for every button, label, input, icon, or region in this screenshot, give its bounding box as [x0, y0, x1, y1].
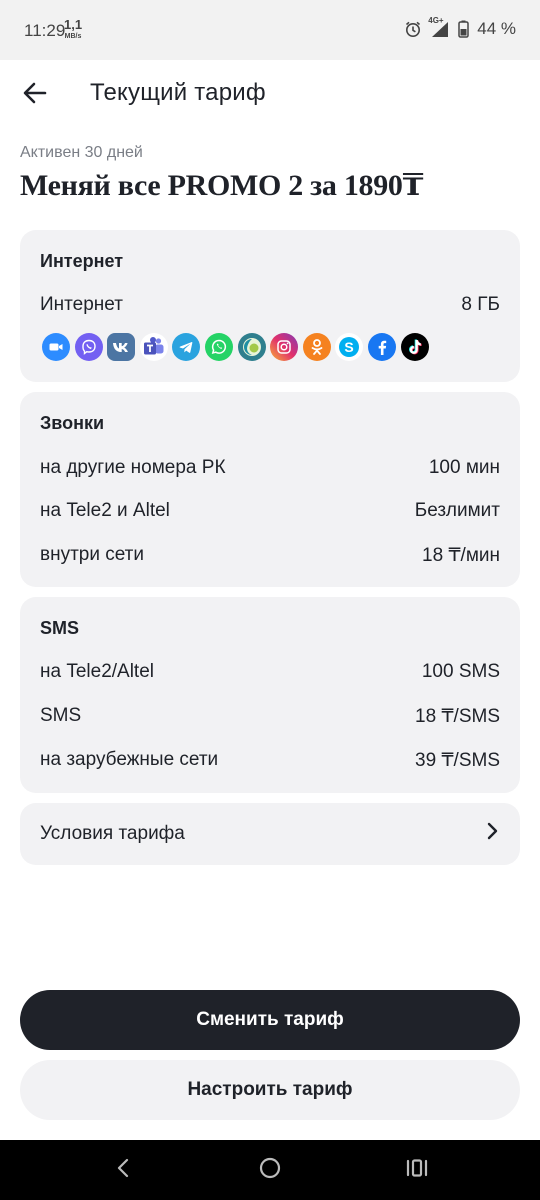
nav-home-icon: [258, 1156, 282, 1185]
page-title: Текущий тариф: [90, 79, 266, 106]
internet-card: Интернет Интернет 8 ГБ S: [20, 230, 520, 382]
calls-row-label: на другие номера РК: [40, 457, 226, 478]
nav-recents-button[interactable]: [387, 1140, 447, 1200]
battery-level: 44 %: [477, 19, 516, 38]
battery-icon: [458, 20, 469, 38]
tiktok-icon: [400, 333, 429, 361]
calls-card: Звонки на другие номера РК 100 мин на Te…: [20, 392, 520, 587]
sms-row-label: SMS: [40, 705, 82, 726]
calls-row: внутри сети 18 ₸/мин: [40, 544, 500, 567]
system-nav-bar: [0, 1140, 540, 1200]
chevron-right-icon: [484, 821, 500, 847]
facebook-icon: [367, 333, 396, 361]
network-type: 4G+: [428, 16, 444, 25]
calls-row-label: на Tele2 и Altel: [40, 500, 170, 521]
internet-row: Интернет 8 ГБ: [40, 294, 500, 316]
internet-row-value: 8 ГБ: [461, 294, 500, 315]
plan-status: Активен 30 дней: [20, 144, 143, 161]
signal-icon: 4G+: [428, 16, 450, 38]
internet-card-title: Интернет: [40, 251, 124, 271]
sms-card: SMS на Tele2/Altel 100 SMS SMS 18 ₸/SMS …: [20, 597, 520, 793]
nav-back-icon: [116, 1157, 130, 1184]
imo-icon: [237, 333, 266, 361]
viber-icon: [74, 333, 103, 361]
odnoklassniki-icon: [302, 333, 331, 361]
calls-row-value: Безлимит: [414, 500, 500, 521]
sms-row: на зарубежные сети 39 ₸/SMS: [40, 749, 500, 772]
zoom-icon: [42, 333, 70, 361]
nav-recents-icon: [405, 1158, 429, 1183]
plan-name: Меняй все PROMO 2 за 1890₸: [20, 169, 424, 202]
tariff-conditions-link[interactable]: Условия тарифа: [20, 803, 520, 865]
vk-icon: [107, 333, 136, 361]
status-time: 11:29: [24, 21, 66, 40]
configure-tariff-button[interactable]: Настроить тариф: [20, 1060, 520, 1120]
network-speed: 1,1 MB/s: [64, 17, 83, 42]
network-speed-unit: MB/s: [64, 33, 82, 40]
calls-card-title: Звонки: [40, 413, 105, 433]
whatsapp-icon: [204, 333, 233, 361]
change-tariff-button[interactable]: Сменить тариф: [20, 990, 520, 1050]
arrow-left-icon: [21, 79, 49, 112]
back-button[interactable]: [14, 74, 56, 116]
network-speed-value: 1,1: [64, 17, 83, 32]
nav-back-button[interactable]: [93, 1140, 153, 1200]
calls-row: на Tele2 и Altel Безлимит: [40, 500, 500, 522]
teams-icon: [139, 333, 168, 361]
alarm-icon: [404, 20, 422, 38]
sms-row: SMS 18 ₸/SMS: [40, 705, 500, 728]
app-bar: Текущий тариф: [0, 60, 540, 130]
status-bar: 11:29 1,1 MB/s 4G+ 44 %: [0, 0, 540, 60]
internet-row-label: Интернет: [40, 294, 123, 315]
sms-row-value: 18 ₸/SMS: [415, 706, 500, 727]
svg-text:S: S: [345, 339, 354, 355]
sms-row-value: 39 ₸/SMS: [415, 750, 500, 771]
sms-row-label: на Tele2/Altel: [40, 661, 154, 682]
sms-card-title: SMS: [40, 618, 80, 638]
sms-row: на Tele2/Altel 100 SMS: [40, 661, 500, 683]
instagram-icon: [270, 333, 299, 361]
calls-row: на другие номера РК 100 мин: [40, 457, 500, 479]
sms-row-label: на зарубежные сети: [40, 749, 219, 770]
skype-icon: S: [335, 333, 364, 361]
sms-row-value: 100 SMS: [421, 661, 500, 682]
telegram-icon: [172, 333, 201, 361]
app-icons-list: S: [42, 333, 429, 361]
nav-home-button[interactable]: [240, 1140, 300, 1200]
calls-row-value: 100 мин: [428, 457, 500, 478]
calls-row-label: внутри сети: [40, 544, 144, 565]
tariff-conditions-label: Условия тарифа: [40, 823, 185, 844]
tariff-conditions-row: Условия тарифа: [40, 803, 500, 865]
status-icons: 4G+ 44 %: [404, 16, 516, 39]
calls-row-value: 18 ₸/мин: [422, 545, 500, 566]
